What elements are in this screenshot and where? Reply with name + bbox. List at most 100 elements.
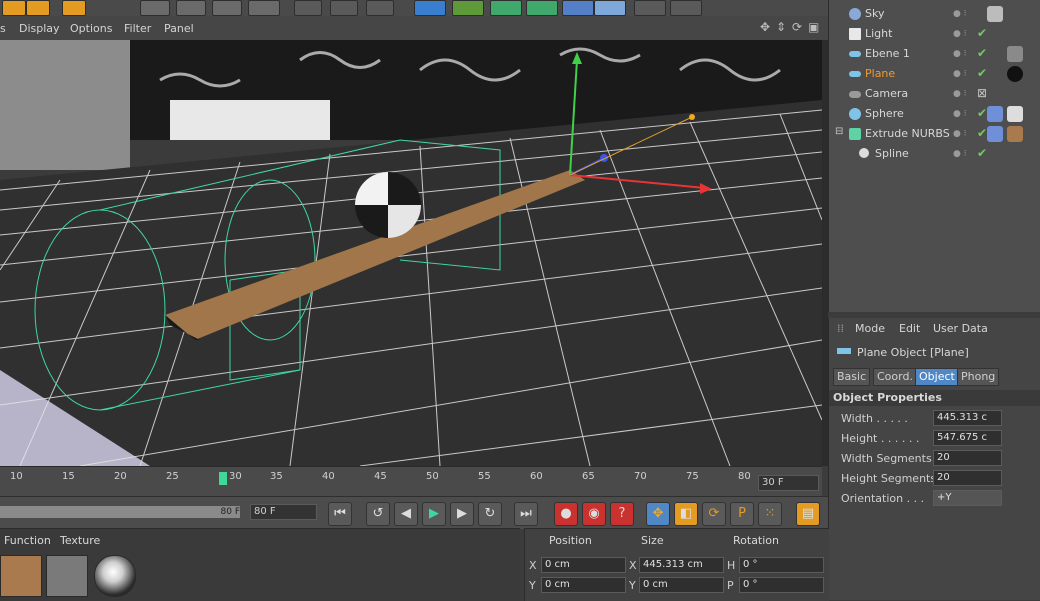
material-menu-function[interactable]: Function <box>4 534 51 547</box>
autokey-icon[interactable]: ◉ <box>582 502 606 526</box>
width-segments-field[interactable]: 20 <box>933 450 1002 466</box>
width-field[interactable]: 445.313 c <box>933 410 1002 426</box>
enabled-check-icon[interactable]: ✔ <box>977 106 987 120</box>
size-y-field[interactable]: 0 cm <box>639 577 724 593</box>
material-tag-icon[interactable] <box>1007 126 1023 142</box>
record-active-icon[interactable]: ● <box>554 502 578 526</box>
keyframe-selection-icon[interactable]: ? <box>610 502 634 526</box>
deformer-icon[interactable] <box>562 0 594 16</box>
texture-tag-icon[interactable] <box>987 6 1003 22</box>
rotation-h-field[interactable]: 0 ° <box>739 557 824 573</box>
enabled-check-icon[interactable]: ✔ <box>977 66 987 80</box>
attr-menu-mode[interactable]: Mode <box>855 322 885 335</box>
viewport-menu-filter[interactable]: Filter <box>124 22 151 35</box>
position-y-field[interactable]: 0 cm <box>541 577 626 593</box>
floor-icon[interactable] <box>594 0 626 16</box>
viewport-menu-item[interactable]: s <box>0 22 6 35</box>
attr-menu-user-data[interactable]: User Data <box>933 322 988 335</box>
visibility-dots-icon[interactable]: ● ⁝ <box>953 49 967 59</box>
material-wood-swatch[interactable] <box>0 555 42 597</box>
frame-range-slider[interactable]: 80 F <box>0 506 240 518</box>
record-parameter-icon[interactable]: P <box>730 502 754 526</box>
current-frame-field[interactable]: 30 F <box>758 475 819 491</box>
previous-frame-icon[interactable]: ◀ <box>394 502 418 526</box>
next-frame-icon[interactable]: ▶ <box>450 502 474 526</box>
spline-pen-icon[interactable] <box>452 0 484 16</box>
visibility-dots-icon[interactable]: ● ⁝ <box>953 69 967 79</box>
enabled-check-icon[interactable]: ✔ <box>977 46 987 60</box>
live-select-icon[interactable] <box>2 0 26 16</box>
orientation-dropdown[interactable]: +Y <box>933 490 1002 506</box>
rotate-icon[interactable] <box>62 0 86 16</box>
height-field[interactable]: 547.675 c <box>933 430 1002 446</box>
zoom-view-icon[interactable]: ⇕ <box>776 20 786 34</box>
tab-coord[interactable]: Coord. <box>873 368 917 386</box>
array-icon[interactable] <box>526 0 558 16</box>
phong-tag-icon[interactable] <box>987 126 1003 142</box>
visibility-dots-icon[interactable]: ● ⁝ <box>953 29 967 39</box>
tab-object[interactable]: Object <box>915 368 959 386</box>
enabled-check-icon[interactable]: ✔ <box>977 126 987 140</box>
material-menu-texture[interactable]: Texture <box>60 534 100 547</box>
visibility-dots-icon[interactable]: ● ⁝ <box>953 89 967 99</box>
object-row-sky[interactable]: Sky ● ⁝ <box>835 4 1039 24</box>
phong-tag-icon[interactable] <box>987 106 1003 122</box>
render-view-icon[interactable] <box>294 0 322 16</box>
rotation-p-field[interactable]: 0 ° <box>739 577 824 593</box>
next-key-icon[interactable]: ↻ <box>478 502 502 526</box>
go-to-end-icon[interactable]: ⏭ <box>514 502 538 526</box>
record-point-level-icon[interactable]: ⁙ <box>758 502 782 526</box>
material-grey-swatch[interactable] <box>46 555 88 597</box>
y-axis-lock-icon[interactable] <box>176 0 206 16</box>
object-row-light[interactable]: Light ● ⁝ ✔ <box>835 24 1039 44</box>
nurbs-icon[interactable] <box>490 0 522 16</box>
material-tag-icon[interactable] <box>1007 66 1023 82</box>
object-row-extrude-nurbs[interactable]: ⊟ Extrude NURBS ● ⁝ ✔ <box>835 124 1039 144</box>
light-create-icon[interactable] <box>670 0 702 16</box>
record-scale-icon[interactable]: ◧ <box>674 502 698 526</box>
coordinate-system-icon[interactable] <box>248 0 280 16</box>
render-picture-viewer-icon[interactable] <box>330 0 358 16</box>
viewport-menu-panel[interactable]: Panel <box>164 22 194 35</box>
x-axis-lock-icon[interactable] <box>140 0 170 16</box>
attr-menu-edit[interactable]: Edit <box>899 322 920 335</box>
position-x-field[interactable]: 0 cm <box>541 557 626 573</box>
material-tag-icon[interactable] <box>1007 46 1023 62</box>
timeline-ruler[interactable]: 10 15 20 25 30 35 40 45 50 55 60 65 70 7… <box>0 466 822 497</box>
collapse-icon[interactable]: ⊟ <box>835 126 847 138</box>
move-view-icon[interactable]: ✥ <box>760 20 770 34</box>
cube-primitive-icon[interactable] <box>414 0 446 16</box>
previous-key-icon[interactable]: ↺ <box>366 502 390 526</box>
3d-viewport[interactable] <box>0 40 822 466</box>
material-checker-swatch[interactable] <box>94 555 136 597</box>
enabled-check-icon[interactable]: ✔ <box>977 26 987 40</box>
render-settings-icon[interactable] <box>366 0 394 16</box>
visibility-dots-icon[interactable]: ● ⁝ <box>953 149 967 159</box>
viewport-menu-options[interactable]: Options <box>70 22 112 35</box>
play-icon[interactable]: ▶ <box>422 502 446 526</box>
material-tag-icon[interactable] <box>1007 106 1023 122</box>
enabled-check-icon[interactable]: ✔ <box>977 146 987 160</box>
end-frame-field[interactable]: 80 F <box>250 504 317 520</box>
height-segments-field[interactable]: 20 <box>933 470 1002 486</box>
timeline-settings-icon[interactable]: ▤ <box>796 502 820 526</box>
camera-target-icon[interactable]: ⊠ <box>977 86 987 100</box>
rotate-view-icon[interactable]: ⟳ <box>792 20 802 34</box>
tab-phong[interactable]: Phong <box>957 368 1000 386</box>
scale-icon[interactable] <box>26 0 50 16</box>
z-axis-lock-icon[interactable] <box>212 0 242 16</box>
viewport-menu-display[interactable]: Display <box>19 22 60 35</box>
go-to-start-icon[interactable]: ⏮ <box>328 502 352 526</box>
object-row-sphere[interactable]: Sphere ● ⁝ ✔ <box>835 104 1039 124</box>
visibility-dots-icon[interactable]: ● ⁝ <box>953 9 967 19</box>
record-position-icon[interactable]: ✥ <box>646 502 670 526</box>
tab-basic[interactable]: Basic <box>833 368 871 386</box>
object-row-plane[interactable]: Plane ● ⁝ ✔ <box>835 64 1039 84</box>
size-x-field[interactable]: 445.313 cm <box>639 557 724 573</box>
maximize-view-icon[interactable]: ▣ <box>808 20 819 34</box>
visibility-dots-icon[interactable]: ● ⁝ <box>953 129 967 139</box>
object-row-ebene-1[interactable]: Ebene 1 ● ⁝ ✔ <box>835 44 1039 64</box>
record-rotation-icon[interactable]: ⟳ <box>702 502 726 526</box>
object-row-spline[interactable]: Spline ● ⁝ ✔ <box>835 144 1039 164</box>
camera-create-icon[interactable] <box>634 0 666 16</box>
